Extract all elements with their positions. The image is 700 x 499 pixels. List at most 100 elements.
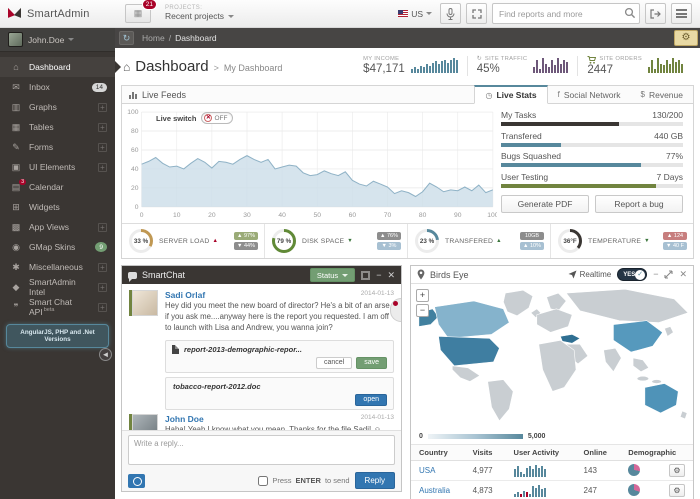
open-button[interactable]: open — [355, 394, 387, 406]
expand-icon[interactable]: + — [98, 123, 107, 132]
user-menu[interactable]: John.Doe — [0, 28, 115, 52]
logo[interactable]: SmartAdmin — [0, 7, 115, 21]
legend-max: 5,000 — [528, 433, 546, 440]
sidebar-item-tables[interactable]: ▦Tables+ — [0, 117, 115, 137]
gauge-label: SERVER LOAD — [159, 238, 209, 245]
menu-button[interactable] — [671, 3, 692, 24]
table-icon: ▦ — [10, 122, 22, 133]
sidebar-item-graphs[interactable]: ▥Graphs+ — [0, 97, 115, 117]
paper-plane-icon — [568, 270, 577, 279]
logout-button[interactable] — [645, 3, 666, 24]
user-activity-sparkline — [514, 485, 568, 497]
cancel-button[interactable]: cancel — [316, 357, 352, 369]
country-link[interactable]: Australia — [419, 486, 450, 495]
country-link[interactable]: USA — [419, 466, 435, 475]
svg-text:40: 40 — [131, 166, 139, 173]
map-zoom-out-button[interactable]: − — [416, 304, 429, 317]
row-settings-button[interactable]: ⚙ — [669, 484, 685, 497]
collapse-widget-icon[interactable]: − — [653, 270, 658, 279]
tab-live-stats[interactable]: ◷Live Stats — [474, 85, 547, 104]
sidebar: John.Doe ⌂Dashboard ✉Inbox14 ▥Graphs+ ▦T… — [0, 28, 115, 499]
message-text: Haha! Yeah I know what you mean. Thanks … — [165, 425, 394, 430]
row-settings-button[interactable]: ⚙ — [669, 464, 685, 477]
stat-site-orders: SITE ORDERS 2447 — [577, 56, 692, 77]
chevron-down-icon — [68, 38, 74, 41]
versions-button[interactable]: AngularJS, PHP and .Net Versions — [6, 324, 109, 348]
realtime-toggle[interactable]: YES ✓ — [617, 268, 647, 281]
progress-label: User Testing — [501, 172, 548, 182]
gauge-transfered: 23 % TRANSFERED▲ 10GB ▲ 10% — [408, 224, 551, 258]
collapse-widget-icon[interactable]: − — [376, 271, 381, 280]
sidebar-item-ui-elements[interactable]: ▣UI Elements+ — [0, 157, 115, 177]
demographic-pie — [628, 484, 640, 496]
generate-pdf-button[interactable]: Generate PDF — [501, 195, 589, 213]
close-widget-icon[interactable]: ✕ — [387, 271, 395, 280]
expand-icon[interactable]: + — [98, 303, 107, 312]
report-bug-button[interactable]: Report a bug — [595, 195, 683, 213]
save-button[interactable]: save — [356, 357, 387, 369]
sidebar-item-dashboard[interactable]: ⌂Dashboard — [0, 57, 115, 77]
attachment-filename: report-2013-demographic-repor... — [184, 345, 302, 354]
search-icon[interactable] — [624, 7, 636, 22]
chat-bubble-icon — [128, 272, 137, 279]
world-map[interactable]: + − — [411, 284, 693, 429]
sidebar-item-smart-chat-api[interactable]: ❞Smart Chat APIbeta+ — [0, 297, 115, 317]
sidebar-item-inbox[interactable]: ✉Inbox14 — [0, 77, 115, 97]
expand-icon[interactable]: + — [98, 163, 107, 172]
minify-sidebar-button[interactable]: ◄ — [99, 348, 112, 361]
layout-settings-button[interactable]: ⚙ — [674, 30, 698, 46]
sidebar-item-app-views[interactable]: ▩App Views+ — [0, 217, 115, 237]
sidebar-item-gmap-skins[interactable]: ◉GMap Skins9 — [0, 237, 115, 257]
reply-button[interactable]: Reply — [355, 472, 395, 489]
sidebar-item-forms[interactable]: ✎Forms+ — [0, 137, 115, 157]
logout-icon — [650, 9, 661, 19]
sidebar-item-smartadmin-intel[interactable]: ◆SmartAdmin Intel+ — [0, 277, 115, 297]
message-author[interactable]: John Doe — [165, 414, 204, 424]
expand-icon[interactable]: + — [98, 143, 107, 152]
stat-label: MY INCOME — [363, 56, 405, 62]
stat-value: 2447 — [587, 64, 642, 77]
gauges-row: 33 % SERVER LOAD▲ ▲ 97% ▼ 44% 79 % DISK … — [122, 223, 693, 258]
gauge-badge: ▲ 10% — [520, 242, 544, 250]
activity-button[interactable]: ▦ 21 — [125, 4, 151, 23]
enter-to-send-checkbox[interactable] — [258, 476, 268, 486]
expand-widget-icon[interactable] — [664, 270, 673, 279]
voice-command-button[interactable] — [440, 3, 461, 24]
widget-title: SmartChat — [142, 270, 185, 280]
search-input[interactable] — [492, 3, 640, 24]
live-switch-toggle[interactable]: ✕OFF — [201, 112, 233, 124]
map-zoom-in-button[interactable]: + — [416, 289, 429, 302]
stat-label: SITE TRAFFIC — [485, 56, 527, 62]
projects-dropdown[interactable]: PROJECTS: Recent projects — [165, 5, 234, 22]
reset-widgets-button[interactable]: ↻ — [119, 31, 134, 45]
expand-icon[interactable]: + — [98, 283, 107, 292]
gauge-label: TRANSFERED — [445, 238, 493, 245]
live-switch-label: Live switch — [156, 114, 196, 123]
sidebar-item-widgets[interactable]: ⊞Widgets — [0, 197, 115, 217]
toggle-state: YES — [623, 272, 635, 278]
sidebar-item-label: Forms — [29, 142, 53, 152]
camera-button[interactable] — [128, 474, 145, 488]
tab-revenue[interactable]: $Revenue — [631, 85, 693, 104]
map-pin-icon — [417, 269, 425, 280]
expand-icon[interactable]: + — [98, 103, 107, 112]
sidebar-item-miscellaneous[interactable]: ✱Miscellaneous+ — [0, 257, 115, 277]
fullscreen-button[interactable] — [466, 3, 487, 24]
breadcrumb[interactable]: Home / Dashboard — [142, 33, 217, 43]
progress-label: Bugs Squashed — [501, 151, 561, 161]
reply-input[interactable] — [128, 435, 395, 465]
close-widget-icon[interactable]: ✕ — [679, 270, 687, 279]
status-dropdown[interactable]: Status — [310, 268, 355, 282]
avatar — [132, 414, 158, 430]
sidebar-item-calendar[interactable]: ▤3Calendar — [0, 177, 115, 197]
sidebar-item-label: SmartAdmin Intel — [29, 277, 91, 297]
svg-text:20: 20 — [208, 212, 216, 219]
expand-icon[interactable]: + — [98, 223, 107, 232]
tab-social-network[interactable]: fSocial Network — [548, 85, 631, 104]
gauge-label: TEMPERATURE — [588, 238, 641, 245]
language-dropdown[interactable]: US — [398, 9, 432, 19]
message-author[interactable]: Sadi Orlaf — [165, 290, 205, 300]
expand-icon[interactable]: + — [98, 263, 107, 272]
fullscreen-widget-icon[interactable] — [361, 271, 370, 280]
breadcrumb-home[interactable]: Home — [142, 33, 165, 43]
